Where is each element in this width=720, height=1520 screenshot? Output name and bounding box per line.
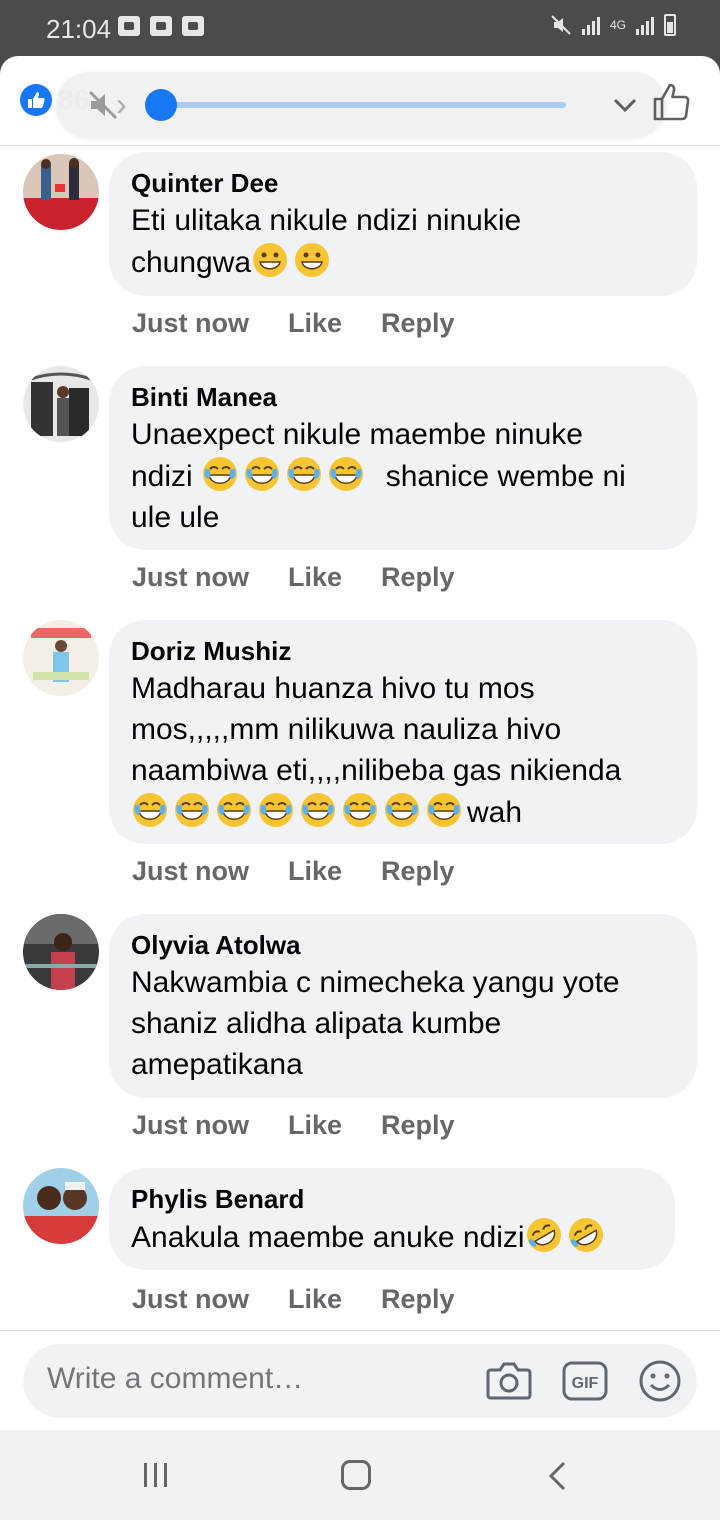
status-indicators: 4G bbox=[550, 14, 676, 36]
reply-button[interactable]: Reply bbox=[381, 856, 455, 887]
comment-actions: Just now Like Reply bbox=[132, 308, 455, 339]
comment-text: Nakwambia c nimecheka yangu yote shaniz … bbox=[131, 966, 620, 1081]
composer-divider bbox=[0, 1330, 720, 1331]
tears-of-joy-emoji-icon bbox=[427, 793, 461, 827]
comment-actions: Just now Like Reply bbox=[132, 562, 455, 593]
like-outline-icon[interactable] bbox=[650, 80, 694, 124]
battery-icon bbox=[664, 14, 676, 36]
comment-text: Unaexpect nikule maembe ninuke ndizi sha… bbox=[131, 414, 675, 538]
rolling-on-floor-laughing-emoji-icon bbox=[526, 1218, 561, 1252]
comment-timestamp: Just now bbox=[132, 562, 250, 592]
comment-text: Madharau huanza hivo tu mos mos,,,,,mm n… bbox=[131, 668, 675, 833]
chevron-down-icon[interactable] bbox=[610, 90, 640, 120]
rolling-on-floor-laughing-emoji-icon bbox=[568, 1218, 603, 1252]
comment-bubble[interactable]: Olyvia Atolwa Nakwambia c nimecheka yang… bbox=[109, 914, 697, 1098]
gif-icon[interactable]: GIF bbox=[561, 1358, 609, 1404]
emoji-icon[interactable] bbox=[637, 1358, 683, 1404]
comment-author[interactable]: Doriz Mushiz bbox=[131, 634, 675, 668]
comment-timestamp: Just now bbox=[132, 1110, 250, 1140]
comment-bubble[interactable]: Doriz Mushiz Madharau huanza hivo tu mos… bbox=[109, 620, 697, 844]
back-icon[interactable] bbox=[546, 1460, 570, 1492]
like-reaction-icon[interactable] bbox=[20, 84, 52, 116]
tears-of-joy-emoji-icon bbox=[301, 793, 335, 827]
chevron-right-icon[interactable]: › bbox=[116, 86, 127, 123]
svg-text:GIF: GIF bbox=[572, 1375, 599, 1392]
video-mini-player[interactable]: › bbox=[56, 72, 666, 138]
system-nav-bar bbox=[0, 1430, 720, 1520]
network-type: 4G bbox=[609, 18, 626, 32]
status-bar: 21:04 4G bbox=[0, 0, 720, 56]
grinning-emoji-icon bbox=[295, 243, 330, 277]
comment-composer[interactable]: GIF bbox=[23, 1344, 697, 1418]
reply-button[interactable]: Reply bbox=[381, 562, 455, 593]
gallery-notification-icon bbox=[150, 16, 172, 36]
comment-timestamp: Just now bbox=[132, 1284, 250, 1314]
tears-of-joy-emoji-icon bbox=[287, 457, 322, 491]
comment-bubble[interactable]: Phylis Benard Anakula maembe anuke ndizi bbox=[109, 1168, 675, 1270]
tears-of-joy-emoji-icon bbox=[245, 457, 280, 491]
progress-track[interactable] bbox=[160, 102, 566, 108]
comment-author[interactable]: Quinter Dee bbox=[131, 166, 675, 200]
comment-actions: Just now Like Reply bbox=[132, 1110, 455, 1141]
like-button[interactable]: Like bbox=[288, 562, 381, 593]
like-button[interactable]: Like bbox=[288, 308, 381, 339]
avatar[interactable] bbox=[23, 154, 99, 230]
comment-text-part: Anakula maembe anuke ndizi bbox=[131, 1221, 525, 1254]
comment-bubble[interactable]: Binti Manea Unaexpect nikule maembe ninu… bbox=[109, 366, 697, 550]
reply-button[interactable]: Reply bbox=[381, 1284, 455, 1315]
status-time: 21:04 bbox=[46, 14, 112, 44]
tears-of-joy-emoji-icon bbox=[175, 793, 209, 827]
tears-of-joy-emoji-icon bbox=[385, 793, 419, 827]
avatar[interactable] bbox=[23, 620, 99, 696]
reactions-row: 86 › bbox=[0, 56, 720, 146]
tears-of-joy-emoji-icon bbox=[343, 793, 377, 827]
muted-speaker-icon[interactable] bbox=[86, 88, 120, 122]
progress-knob[interactable] bbox=[145, 89, 177, 121]
comment-bubble[interactable]: Quinter Dee Eti ulitaka nikule ndizi nin… bbox=[109, 152, 697, 296]
like-button[interactable]: Like bbox=[288, 1284, 381, 1315]
comment-timestamp: Just now bbox=[132, 856, 250, 886]
notification-icon bbox=[118, 16, 140, 36]
avatar[interactable] bbox=[23, 1168, 99, 1244]
comment-author[interactable]: Binti Manea bbox=[131, 380, 675, 414]
comment-actions: Just now Like Reply bbox=[132, 856, 455, 887]
comment-actions: Just now Like Reply bbox=[132, 1284, 455, 1315]
like-button[interactable]: Like bbox=[288, 856, 381, 887]
comment-timestamp: Just now bbox=[132, 308, 250, 338]
signal-icon bbox=[581, 15, 600, 35]
mute-status-icon bbox=[551, 15, 571, 35]
comment-text-part: wah bbox=[467, 796, 523, 829]
avatar[interactable] bbox=[23, 914, 99, 990]
tears-of-joy-emoji-icon bbox=[217, 793, 251, 827]
avatar[interactable] bbox=[23, 366, 99, 442]
comment-author[interactable]: Olyvia Atolwa bbox=[131, 928, 675, 962]
comment-text: Anakula maembe anuke ndizi bbox=[131, 1216, 653, 1258]
home-icon[interactable] bbox=[341, 1460, 371, 1490]
signal-icon-2 bbox=[636, 15, 654, 35]
comment-author[interactable]: Phylis Benard bbox=[131, 1182, 653, 1216]
reply-button[interactable]: Reply bbox=[381, 308, 455, 339]
like-button[interactable]: Like bbox=[288, 1110, 381, 1141]
camera-icon[interactable] bbox=[485, 1358, 533, 1404]
comment-input[interactable] bbox=[47, 1362, 467, 1396]
grinning-emoji-icon bbox=[253, 243, 288, 277]
recent-apps-icon[interactable] bbox=[142, 1462, 170, 1488]
reply-button[interactable]: Reply bbox=[381, 1110, 455, 1141]
comments-sheet: 86 › Quinter Dee Eti ulitaka nikule ndiz… bbox=[0, 56, 720, 1430]
comment-text: Eti ulitaka nikule ndizi ninukie chungwa bbox=[131, 200, 675, 283]
comment-text-part: Madharau huanza hivo tu mos mos,,,,,mm n… bbox=[131, 672, 622, 787]
app-notification-icon bbox=[182, 16, 204, 36]
tears-of-joy-emoji-icon bbox=[329, 457, 364, 491]
tears-of-joy-emoji-icon bbox=[133, 793, 167, 827]
tears-of-joy-emoji-icon bbox=[259, 793, 293, 827]
tears-of-joy-emoji-icon bbox=[203, 457, 238, 491]
